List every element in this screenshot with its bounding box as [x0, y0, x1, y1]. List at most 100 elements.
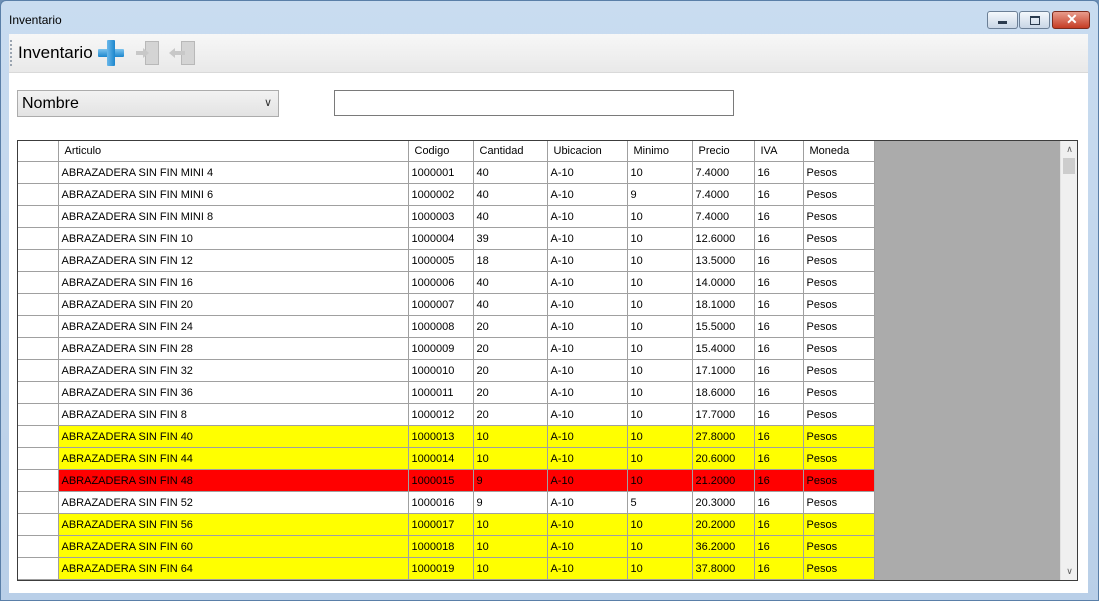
table-cell[interactable]: ABRAZADERA SIN FIN 36 — [58, 381, 409, 404]
column-header-articulo[interactable]: Articulo — [58, 141, 409, 162]
table-cell[interactable]: ABRAZADERA SIN FIN 56 — [58, 513, 409, 536]
table-row[interactable]: ABRAZADERA SIN FIN 16 1000006 40 A-10 10 14.0… — [18, 271, 875, 294]
column-header-codigo[interactable]: Codigo — [408, 141, 474, 162]
table-cell[interactable]: Pesos — [803, 491, 875, 514]
table-cell[interactable]: 10 — [627, 535, 693, 558]
row-header[interactable] — [18, 403, 59, 426]
table-cell[interactable]: 39 — [473, 227, 548, 250]
table-cell[interactable]: 1000016 — [408, 491, 474, 514]
table-cell[interactable]: 18 — [473, 249, 548, 272]
table-row[interactable]: ABRAZADERA SIN FIN 20 1000007 40 A-10 10 18.1… — [18, 293, 875, 316]
table-cell[interactable]: 16 — [754, 205, 804, 228]
table-cell[interactable]: 20.6000 — [692, 447, 755, 470]
table-cell[interactable]: 1000008 — [408, 315, 474, 338]
table-cell[interactable]: 1000013 — [408, 425, 474, 448]
table-cell[interactable]: 1000011 — [408, 381, 474, 404]
column-header-ubicacion[interactable]: Ubicacion — [547, 141, 628, 162]
column-header-precio[interactable]: Precio — [692, 141, 755, 162]
table-cell[interactable]: 37.8000 — [692, 557, 755, 580]
table-cell[interactable]: 1000015 — [408, 469, 474, 492]
table-cell[interactable]: ABRAZADERA SIN FIN 20 — [58, 293, 409, 316]
table-cell[interactable]: 40 — [473, 271, 548, 294]
table-cell[interactable]: A-10 — [547, 183, 628, 206]
table-row[interactable]: ABRAZADERA SIN FIN 56 1000017 10 A-10 10 20.2… — [18, 513, 875, 536]
table-cell[interactable]: 20 — [473, 403, 548, 426]
table-cell[interactable]: 9 — [627, 183, 693, 206]
table-cell[interactable]: A-10 — [547, 337, 628, 360]
table-cell[interactable]: A-10 — [547, 447, 628, 470]
table-cell[interactable]: 15.5000 — [692, 315, 755, 338]
table-cell[interactable]: 16 — [754, 491, 804, 514]
table-cell[interactable]: A-10 — [547, 535, 628, 558]
table-row[interactable]: ABRAZADERA SIN FIN 44 1000014 10 A-10 10 20.6… — [18, 447, 875, 470]
table-cell[interactable]: 20 — [473, 381, 548, 404]
table-cell[interactable]: ABRAZADERA SIN FIN 48 — [58, 469, 409, 492]
inventory-grid[interactable]: Articulo Codigo Cantidad Ubicacion Minim… — [17, 140, 1078, 581]
table-cell[interactable]: 16 — [754, 315, 804, 338]
table-row[interactable]: ABRAZADERA SIN FIN 52 1000016 9 A-10 5 20.300… — [18, 491, 875, 514]
table-cell[interactable]: ABRAZADERA SIN FIN MINI 6 — [58, 183, 409, 206]
column-header-iva[interactable]: IVA — [754, 141, 804, 162]
table-cell[interactable]: 16 — [754, 557, 804, 580]
table-cell[interactable]: ABRAZADERA SIN FIN 28 — [58, 337, 409, 360]
table-cell[interactable]: 10 — [473, 557, 548, 580]
table-cell[interactable]: Pesos — [803, 161, 875, 184]
table-cell[interactable]: 10 — [627, 513, 693, 536]
table-cell[interactable]: 10 — [627, 315, 693, 338]
row-header[interactable] — [18, 293, 59, 316]
table-cell[interactable]: Pesos — [803, 535, 875, 558]
table-cell[interactable]: 7.4000 — [692, 161, 755, 184]
title-bar[interactable]: Inventario ✕ — [1, 1, 1098, 31]
table-cell[interactable]: ABRAZADERA SIN FIN MINI 4 — [58, 161, 409, 184]
table-cell[interactable]: 10 — [473, 513, 548, 536]
table-cell[interactable]: 20 — [473, 315, 548, 338]
table-cell[interactable]: 10 — [473, 535, 548, 558]
scroll-up-icon[interactable]: ∧ — [1061, 141, 1077, 158]
table-cell[interactable]: ABRAZADERA SIN FIN 12 — [58, 249, 409, 272]
table-cell[interactable]: 27.8000 — [692, 425, 755, 448]
table-row[interactable]: ABRAZADERA SIN FIN 24 1000008 20 A-10 10 15.5… — [18, 315, 875, 338]
table-cell[interactable]: ABRAZADERA SIN FIN MINI 8 — [58, 205, 409, 228]
table-cell[interactable]: 1000005 — [408, 249, 474, 272]
table-cell[interactable]: 10 — [627, 293, 693, 316]
table-cell[interactable]: 10 — [627, 425, 693, 448]
table-cell[interactable]: A-10 — [547, 249, 628, 272]
row-header[interactable] — [18, 315, 59, 338]
table-cell[interactable]: 18.1000 — [692, 293, 755, 316]
search-input[interactable] — [334, 90, 734, 116]
table-cell[interactable]: 16 — [754, 271, 804, 294]
table-cell[interactable]: A-10 — [547, 161, 628, 184]
table-cell[interactable]: A-10 — [547, 271, 628, 294]
table-cell[interactable]: 1000001 — [408, 161, 474, 184]
row-header[interactable] — [18, 205, 59, 228]
table-row[interactable]: ABRAZADERA SIN FIN 12 1000005 18 A-10 10 13.5… — [18, 249, 875, 272]
table-cell[interactable]: 10 — [627, 557, 693, 580]
row-header-corner[interactable] — [18, 141, 59, 162]
table-cell[interactable]: ABRAZADERA SIN FIN 40 — [58, 425, 409, 448]
row-header[interactable] — [18, 161, 59, 184]
table-cell[interactable]: 10 — [627, 359, 693, 382]
table-cell[interactable]: Pesos — [803, 381, 875, 404]
table-cell[interactable]: 1000002 — [408, 183, 474, 206]
table-cell[interactable]: A-10 — [547, 205, 628, 228]
table-cell[interactable]: Pesos — [803, 469, 875, 492]
table-row[interactable]: ABRAZADERA SIN FIN MINI 6 1000002 40 A-10 9 7… — [18, 183, 875, 206]
table-cell[interactable]: 1000003 — [408, 205, 474, 228]
table-cell[interactable]: Pesos — [803, 425, 875, 448]
table-cell[interactable]: 10 — [627, 469, 693, 492]
table-cell[interactable]: 10 — [627, 447, 693, 470]
row-header[interactable] — [18, 447, 59, 470]
table-cell[interactable]: A-10 — [547, 469, 628, 492]
table-cell[interactable]: ABRAZADERA SIN FIN 44 — [58, 447, 409, 470]
table-cell[interactable]: 21.2000 — [692, 469, 755, 492]
row-header[interactable] — [18, 425, 59, 448]
table-cell[interactable]: ABRAZADERA SIN FIN 64 — [58, 557, 409, 580]
table-cell[interactable]: A-10 — [547, 403, 628, 426]
row-header[interactable] — [18, 359, 59, 382]
minimize-button[interactable] — [987, 11, 1018, 29]
table-row[interactable]: ABRAZADERA SIN FIN 32 1000010 20 A-10 10 17.1… — [18, 359, 875, 382]
table-cell[interactable]: 17.1000 — [692, 359, 755, 382]
filter-field-select[interactable]: Nombre ∨ — [17, 90, 279, 117]
table-cell[interactable]: Pesos — [803, 205, 875, 228]
table-cell[interactable]: 16 — [754, 359, 804, 382]
